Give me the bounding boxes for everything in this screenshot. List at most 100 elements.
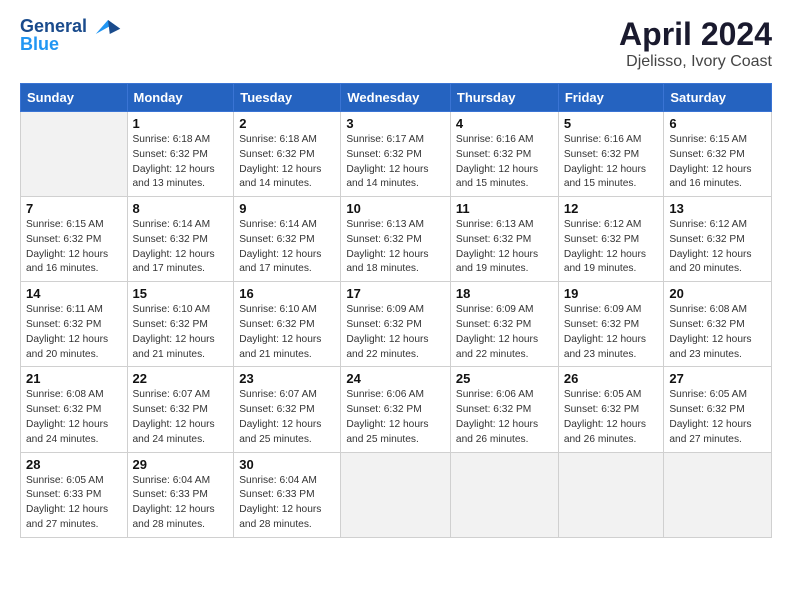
calendar-cell: 15 Sunrise: 6:10 AM Sunset: 6:32 PM Dayli… xyxy=(127,282,234,367)
day-info: Sunrise: 6:09 AM Sunset: 6:32 PM Dayligh… xyxy=(564,303,659,362)
day-info: Sunrise: 6:15 AM Sunset: 6:32 PM Dayligh… xyxy=(669,133,766,192)
day-number: 16 xyxy=(239,286,335,301)
weekday-header-wednesday: Wednesday xyxy=(341,84,451,112)
day-number: 12 xyxy=(564,201,659,216)
calendar-cell: 18Sunrise: 6:09 AM Sunset: 6:32 PM Dayli… xyxy=(450,282,558,367)
calendar-cell: 26 Sunrise: 6:05 AM Sunset: 6:32 PM Dayli… xyxy=(558,367,664,452)
weekday-header-sunday: Sunday xyxy=(21,84,128,112)
day-number: 25 xyxy=(456,371,553,386)
day-info: Sunrise: 6:12 AM Sunset: 6:32 PM Dayligh… xyxy=(564,218,659,277)
day-number: 23 xyxy=(239,371,335,386)
calendar-cell: 30 Sunrise: 6:04 AM Sunset: 6:33 PM Dayli… xyxy=(234,452,341,537)
logo-bird-icon xyxy=(94,16,122,38)
day-info: Sunrise: 6:09 AM Sunset: 6:32 PM Dayligh… xyxy=(346,303,445,362)
weekday-header-thursday: Thursday xyxy=(450,84,558,112)
week-row-4: 21Sunrise: 6:08 AM Sunset: 6:32 PM Dayli… xyxy=(21,367,772,452)
calendar-cell: 20 Sunrise: 6:08 AM Sunset: 6:32 PM Dayli… xyxy=(664,282,772,367)
page: General Blue April 2024 Djelisso, Ivory … xyxy=(0,0,792,612)
day-info: Sunrise: 6:05 AM Sunset: 6:32 PM Dayligh… xyxy=(669,388,766,447)
day-info: Sunrise: 6:14 AM Sunset: 6:32 PM Dayligh… xyxy=(133,218,229,277)
weekday-header-monday: Monday xyxy=(127,84,234,112)
calendar-cell: 4 Sunrise: 6:16 AM Sunset: 6:32 PM Daylig… xyxy=(450,112,558,197)
day-number: 20 xyxy=(669,286,766,301)
calendar-cell: 9 Sunrise: 6:14 AM Sunset: 6:32 PM Daylig… xyxy=(234,197,341,282)
calendar-cell: 24 Sunrise: 6:06 AM Sunset: 6:32 PM Dayli… xyxy=(341,367,451,452)
calendar-cell: 23Sunrise: 6:07 AM Sunset: 6:32 PM Dayli… xyxy=(234,367,341,452)
day-number: 1 xyxy=(133,116,229,131)
day-number: 6 xyxy=(669,116,766,131)
day-number: 15 xyxy=(133,286,229,301)
calendar-cell: 17Sunrise: 6:09 AM Sunset: 6:32 PM Dayli… xyxy=(341,282,451,367)
calendar-cell xyxy=(21,112,128,197)
subtitle: Djelisso, Ivory Coast xyxy=(619,53,772,71)
calendar-cell: 16 Sunrise: 6:10 AM Sunset: 6:32 PM Dayli… xyxy=(234,282,341,367)
calendar-cell: 2 Sunrise: 6:18 AM Sunset: 6:32 PM Daylig… xyxy=(234,112,341,197)
header: General Blue April 2024 Djelisso, Ivory … xyxy=(20,16,772,71)
day-info: Sunrise: 6:16 AM Sunset: 6:32 PM Dayligh… xyxy=(456,133,553,192)
day-number: 29 xyxy=(133,457,229,472)
day-info: Sunrise: 6:08 AM Sunset: 6:32 PM Dayligh… xyxy=(26,388,122,447)
weekday-header-row: SundayMondayTuesdayWednesdayThursdayFrid… xyxy=(21,84,772,112)
calendar-cell: 25 Sunrise: 6:06 AM Sunset: 6:32 PM Dayli… xyxy=(450,367,558,452)
calendar-cell xyxy=(558,452,664,537)
calendar-cell xyxy=(664,452,772,537)
calendar-cell xyxy=(341,452,451,537)
calendar-cell: 3 Sunrise: 6:17 AM Sunset: 6:32 PM Daylig… xyxy=(341,112,451,197)
day-info: Sunrise: 6:09 AM Sunset: 6:32 PM Dayligh… xyxy=(456,303,553,362)
day-number: 26 xyxy=(564,371,659,386)
day-number: 2 xyxy=(239,116,335,131)
day-number: 9 xyxy=(239,201,335,216)
day-number: 22 xyxy=(133,371,229,386)
day-info: Sunrise: 6:06 AM Sunset: 6:32 PM Dayligh… xyxy=(456,388,553,447)
day-number: 3 xyxy=(346,116,445,131)
calendar-table: SundayMondayTuesdayWednesdayThursdayFrid… xyxy=(20,83,772,538)
day-info: Sunrise: 6:04 AM Sunset: 6:33 PM Dayligh… xyxy=(239,474,335,533)
day-number: 4 xyxy=(456,116,553,131)
day-info: Sunrise: 6:04 AM Sunset: 6:33 PM Dayligh… xyxy=(133,474,229,533)
calendar-cell: 14 Sunrise: 6:11 AM Sunset: 6:32 PM Dayli… xyxy=(21,282,128,367)
day-info: Sunrise: 6:05 AM Sunset: 6:32 PM Dayligh… xyxy=(564,388,659,447)
calendar-cell: 6 Sunrise: 6:15 AM Sunset: 6:32 PM Daylig… xyxy=(664,112,772,197)
calendar-cell: 5Sunrise: 6:16 AM Sunset: 6:32 PM Daylig… xyxy=(558,112,664,197)
day-number: 10 xyxy=(346,201,445,216)
day-info: Sunrise: 6:13 AM Sunset: 6:32 PM Dayligh… xyxy=(456,218,553,277)
main-title: April 2024 xyxy=(619,16,772,53)
day-info: Sunrise: 6:11 AM Sunset: 6:32 PM Dayligh… xyxy=(26,303,122,362)
week-row-5: 28Sunrise: 6:05 AM Sunset: 6:33 PM Dayli… xyxy=(21,452,772,537)
day-number: 30 xyxy=(239,457,335,472)
weekday-header-friday: Friday xyxy=(558,84,664,112)
day-info: Sunrise: 6:08 AM Sunset: 6:32 PM Dayligh… xyxy=(669,303,766,362)
day-info: Sunrise: 6:18 AM Sunset: 6:32 PM Dayligh… xyxy=(239,133,335,192)
calendar-cell: 22 Sunrise: 6:07 AM Sunset: 6:32 PM Dayli… xyxy=(127,367,234,452)
calendar-cell: 29 Sunrise: 6:04 AM Sunset: 6:33 PM Dayli… xyxy=(127,452,234,537)
calendar-cell: 19 Sunrise: 6:09 AM Sunset: 6:32 PM Dayli… xyxy=(558,282,664,367)
day-info: Sunrise: 6:13 AM Sunset: 6:32 PM Dayligh… xyxy=(346,218,445,277)
day-info: Sunrise: 6:12 AM Sunset: 6:32 PM Dayligh… xyxy=(669,218,766,277)
calendar-cell: 27 Sunrise: 6:05 AM Sunset: 6:32 PM Dayli… xyxy=(664,367,772,452)
day-number: 19 xyxy=(564,286,659,301)
week-row-2: 7Sunrise: 6:15 AM Sunset: 6:32 PM Daylig… xyxy=(21,197,772,282)
calendar-cell: 1Sunrise: 6:18 AM Sunset: 6:32 PM Daylig… xyxy=(127,112,234,197)
calendar-cell: 21Sunrise: 6:08 AM Sunset: 6:32 PM Dayli… xyxy=(21,367,128,452)
weekday-header-tuesday: Tuesday xyxy=(234,84,341,112)
week-row-3: 14 Sunrise: 6:11 AM Sunset: 6:32 PM Dayli… xyxy=(21,282,772,367)
day-info: Sunrise: 6:17 AM Sunset: 6:32 PM Dayligh… xyxy=(346,133,445,192)
day-info: Sunrise: 6:15 AM Sunset: 6:32 PM Dayligh… xyxy=(26,218,122,277)
calendar-cell: 8Sunrise: 6:14 AM Sunset: 6:32 PM Daylig… xyxy=(127,197,234,282)
day-info: Sunrise: 6:07 AM Sunset: 6:32 PM Dayligh… xyxy=(133,388,229,447)
day-info: Sunrise: 6:10 AM Sunset: 6:32 PM Dayligh… xyxy=(239,303,335,362)
day-number: 24 xyxy=(346,371,445,386)
calendar-cell: 13Sunrise: 6:12 AM Sunset: 6:32 PM Dayli… xyxy=(664,197,772,282)
calendar-cell: 12 Sunrise: 6:12 AM Sunset: 6:32 PM Dayli… xyxy=(558,197,664,282)
day-number: 27 xyxy=(669,371,766,386)
day-number: 11 xyxy=(456,201,553,216)
day-info: Sunrise: 6:14 AM Sunset: 6:32 PM Dayligh… xyxy=(239,218,335,277)
calendar-cell: 7Sunrise: 6:15 AM Sunset: 6:32 PM Daylig… xyxy=(21,197,128,282)
day-info: Sunrise: 6:06 AM Sunset: 6:32 PM Dayligh… xyxy=(346,388,445,447)
day-info: Sunrise: 6:16 AM Sunset: 6:32 PM Dayligh… xyxy=(564,133,659,192)
calendar-cell: 11 Sunrise: 6:13 AM Sunset: 6:32 PM Dayli… xyxy=(450,197,558,282)
day-number: 14 xyxy=(26,286,122,301)
day-info: Sunrise: 6:05 AM Sunset: 6:33 PM Dayligh… xyxy=(26,474,122,533)
day-info: Sunrise: 6:10 AM Sunset: 6:32 PM Dayligh… xyxy=(133,303,229,362)
calendar-cell: 10 Sunrise: 6:13 AM Sunset: 6:32 PM Dayli… xyxy=(341,197,451,282)
